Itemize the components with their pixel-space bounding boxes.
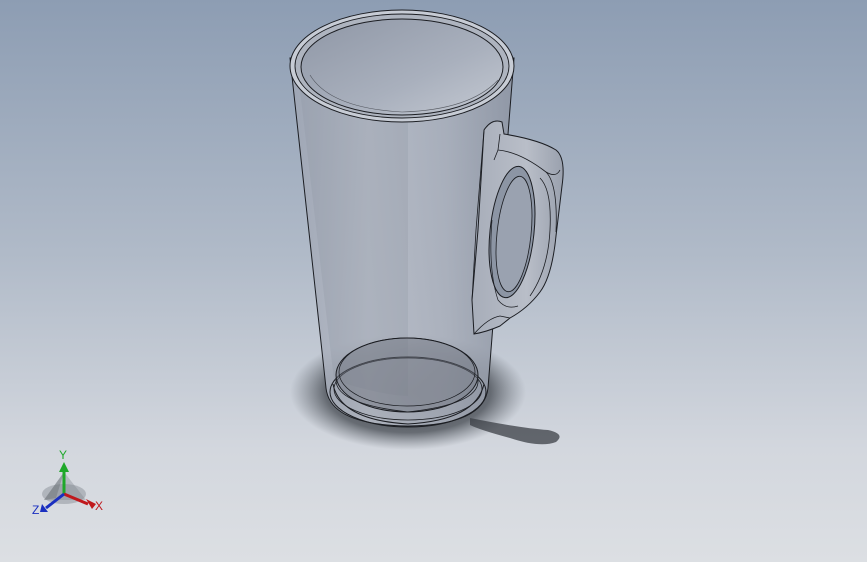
mug-rim[interactable] [289, 9, 515, 123]
x-axis-label: X [95, 499, 103, 513]
coordinate-triad: Y X Z [32, 448, 103, 517]
y-axis-label: Y [59, 448, 67, 462]
model-scene[interactable] [0, 0, 867, 562]
mug-handle[interactable] [471, 120, 564, 335]
z-axis-label: Z [32, 503, 39, 517]
graphics-viewport[interactable]: Y X Z [0, 0, 867, 562]
